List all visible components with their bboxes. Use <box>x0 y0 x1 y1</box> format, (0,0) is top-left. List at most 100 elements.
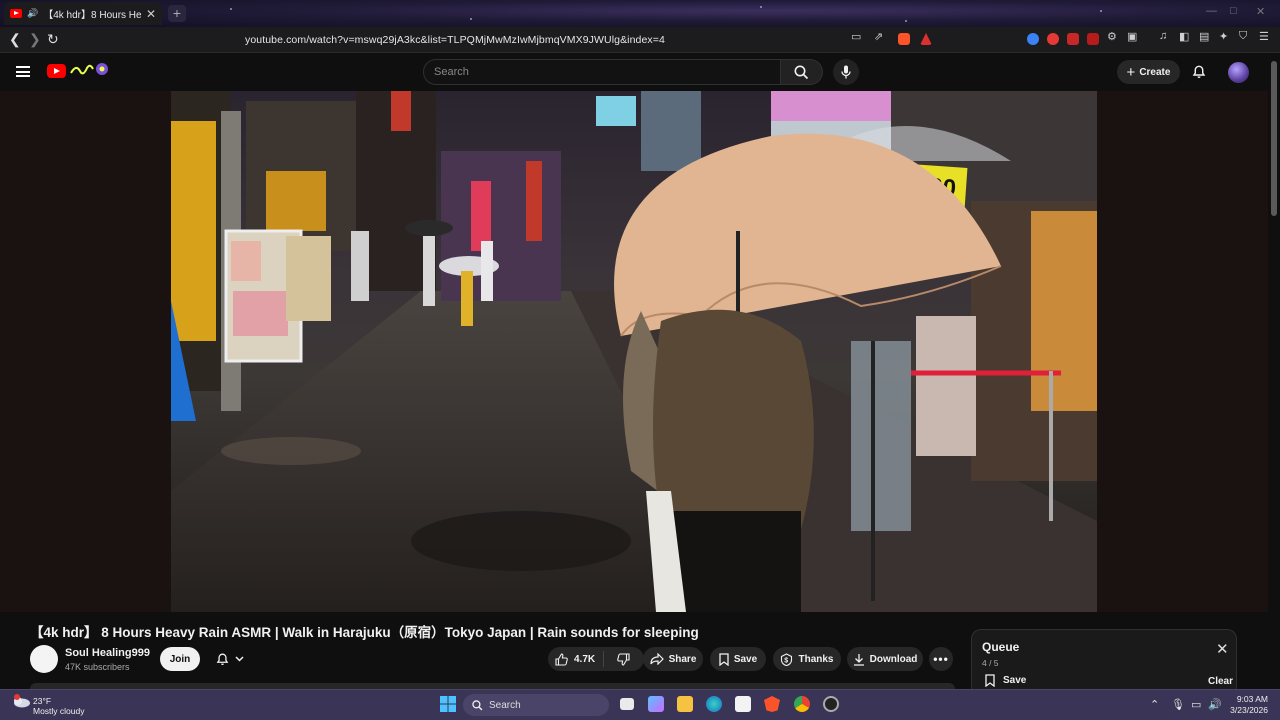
address-bar[interactable]: youtube.com/watch?v=mswq29jA3kc&list=TLP… <box>195 30 941 50</box>
rainy-street-scene: 200 390 <box>171 91 1097 612</box>
share-page-icon[interactable]: ⇗ <box>874 30 883 43</box>
leo-ai-icon[interactable]: ✦ <box>1219 30 1228 43</box>
save-label: Save <box>733 653 758 665</box>
brave-shields-icon[interactable] <box>898 33 910 45</box>
svg-text:$: $ <box>785 657 789 664</box>
chrome-browser-icon[interactable] <box>794 696 810 712</box>
weather-cloudy-icon[interactable] <box>11 694 31 708</box>
queue-position: 4 / 5 <box>982 658 999 668</box>
microphone-tray-icon[interactable]: 🎙 <box>1171 698 1185 711</box>
guide-menu-icon[interactable] <box>16 66 30 77</box>
start-menu-icon[interactable] <box>440 696 456 712</box>
browser-toolbar: ❮ ❯ ↻ youtube.com/watch?v=mswq29jA3kc&li… <box>0 27 1280 53</box>
subscription-notifications-button[interactable] <box>207 647 253 671</box>
video-frame[interactable]: 200 390 <box>171 91 1097 612</box>
dislike-button[interactable] <box>604 652 630 666</box>
more-actions-button[interactable]: ••• <box>929 647 953 671</box>
copilot-icon[interactable] <box>648 696 664 712</box>
save-button[interactable]: Save <box>710 647 766 671</box>
background-star <box>905 20 907 22</box>
plus-icon: + <box>1126 63 1136 81</box>
wallet-icon[interactable]: ▤ <box>1199 30 1209 43</box>
search-button[interactable] <box>781 59 823 85</box>
thumbs-up-icon <box>555 652 568 666</box>
video-title: 【4k hdr】 8 Hours Heavy Rain ASMR | Walk … <box>30 625 699 640</box>
download-icon <box>853 653 864 666</box>
browser-tab-strip: 🔊 【4k hdr】8 Hours Heavy Rain ✕ + — □ ✕ <box>0 0 1280 27</box>
forward-icon[interactable]: ❯ <box>29 31 41 48</box>
media-controls-icon[interactable]: ♫ <box>1159 30 1167 42</box>
window-close-icon[interactable]: ✕ <box>1256 5 1265 18</box>
extension-icon[interactable] <box>1087 33 1099 45</box>
weather-temperature[interactable]: 23°F <box>33 696 51 706</box>
volume-icon[interactable]: 🔊 <box>1208 698 1222 711</box>
save-bookmark-icon <box>719 652 729 666</box>
cast-icon[interactable]: ▭ <box>851 30 861 43</box>
task-view-icon[interactable] <box>620 698 634 710</box>
create-label: Create <box>1139 66 1171 78</box>
background-star <box>230 8 232 10</box>
doodle-logo-icon[interactable] <box>68 61 110 81</box>
obs-icon[interactable] <box>823 696 839 712</box>
extension-icon[interactable] <box>1027 33 1039 45</box>
create-button[interactable]: + Create <box>1117 60 1180 84</box>
new-tab-button[interactable]: + <box>168 5 186 22</box>
maximize-icon[interactable]: □ <box>1230 5 1237 17</box>
sidebar-icon[interactable]: ◧ <box>1179 30 1189 43</box>
browser-tab-active[interactable]: 🔊 【4k hdr】8 Hours Heavy Rain ✕ <box>4 2 162 25</box>
join-button[interactable]: Join <box>160 647 200 671</box>
microsoft-store-icon[interactable] <box>735 696 751 712</box>
page-scrollbar[interactable] <box>1268 53 1280 689</box>
like-button[interactable]: 4.7K <box>553 651 605 667</box>
queue-close-icon[interactable]: ✕ <box>1216 640 1229 658</box>
clock-time[interactable]: 9:03 AM <box>1234 694 1268 704</box>
download-button[interactable]: Download <box>847 647 923 671</box>
thanks-button[interactable]: $ Thanks <box>773 647 841 671</box>
queue-save-button[interactable]: Save <box>985 674 1026 687</box>
notifications-bell-icon[interactable] <box>1192 64 1206 79</box>
extension-icon[interactable] <box>1067 33 1079 45</box>
youtube-favicon-icon <box>10 9 22 18</box>
tab-close-icon[interactable]: ✕ <box>146 7 156 21</box>
thanks-label: Thanks <box>798 653 834 665</box>
reload-icon[interactable]: ↻ <box>47 31 59 48</box>
clock-date[interactable]: 3/23/2026 <box>1226 705 1268 715</box>
windows-taskbar: 23°F Mostly cloudy Search ⌃ 🎙 ▭ 🔊 9:03 A… <box>0 689 1280 720</box>
queue-title: Queue <box>982 640 1020 654</box>
extension-icon[interactable] <box>1047 33 1059 45</box>
background-star <box>470 18 472 20</box>
queue-save-label: Save <box>1003 675 1027 686</box>
scrollbar-thumb[interactable] <box>1271 61 1277 216</box>
file-explorer-icon[interactable] <box>677 696 693 712</box>
screenshot-icon[interactable]: ▣ <box>1127 30 1137 43</box>
video-player[interactable]: 200 390 <box>0 91 1268 612</box>
account-avatar[interactable] <box>1228 62 1249 83</box>
minimize-icon[interactable]: — <box>1206 5 1217 17</box>
edge-browser-icon[interactable] <box>706 696 722 712</box>
channel-avatar[interactable] <box>30 645 58 673</box>
youtube-logo-icon[interactable] <box>47 64 66 78</box>
share-button[interactable]: Share <box>643 647 703 671</box>
background-star <box>1100 10 1102 12</box>
channel-name[interactable]: Soul Healing999 <box>65 647 150 659</box>
taskbar-search[interactable]: Search <box>463 694 609 716</box>
menu-icon[interactable]: ☰ <box>1259 30 1269 43</box>
youtube-header: + Create <box>0 53 1280 91</box>
weather-description[interactable]: Mostly cloudy <box>33 706 85 716</box>
voice-search-button[interactable] <box>833 59 859 85</box>
tab-title: 【4k hdr】8 Hours Heavy Rain <box>43 10 141 21</box>
puzzle-extensions-icon[interactable]: ⚙ <box>1107 30 1117 43</box>
brave-browser-icon[interactable] <box>764 696 780 712</box>
microphone-icon <box>841 65 851 79</box>
thumbs-down-icon <box>617 652 630 666</box>
subscriber-count: 47K subscribers <box>65 662 130 672</box>
network-icon[interactable]: ▭ <box>1191 698 1201 711</box>
back-icon[interactable]: ❮ <box>9 31 21 48</box>
background-star <box>760 6 762 8</box>
tray-overflow-icon[interactable]: ⌃ <box>1150 698 1159 711</box>
audio-playing-icon[interactable]: 🔊 <box>27 8 38 19</box>
vpn-icon[interactable]: ⛉ <box>1239 30 1247 43</box>
queue-clear-button[interactable]: Clear <box>1208 676 1233 687</box>
search-input[interactable] <box>423 59 781 85</box>
url-text: youtube.com/watch?v=mswq29jA3kc&list=TLP… <box>245 34 665 46</box>
